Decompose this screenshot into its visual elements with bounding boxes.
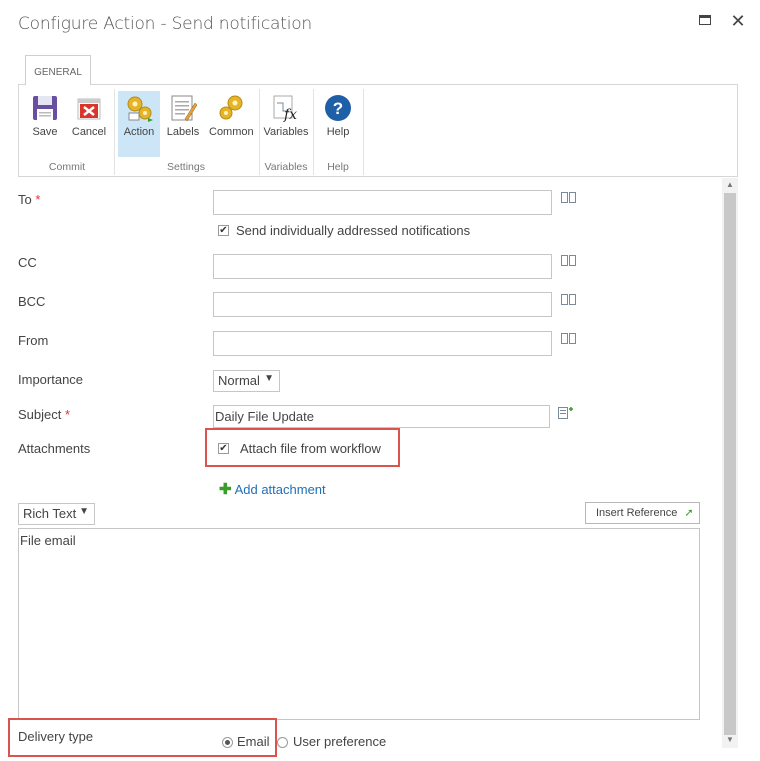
chevron-down-icon: ▼ <box>79 506 89 517</box>
ribbon: Save Cancel Commit Action Labels Common … <box>18 84 738 177</box>
delivery-email-label: Email <box>237 734 270 749</box>
add-attachment-link[interactable]: ✚ Add attachment <box>219 480 326 498</box>
save-button[interactable]: Save <box>24 91 66 157</box>
scroll-up-icon[interactable]: ▲ <box>722 180 738 192</box>
cancel-icon <box>74 93 104 123</box>
group-label-commit: Commit <box>48 161 86 173</box>
subject-field[interactable] <box>213 405 550 428</box>
svg-text:?: ? <box>333 99 343 118</box>
cc-label: CC <box>18 255 37 270</box>
importance-select[interactable]: Normal ▼ <box>213 370 280 392</box>
from-label: From <box>18 333 49 348</box>
insert-reference-button[interactable]: Insert Reference ➚ <box>585 502 700 524</box>
dialog-title: Configure Action - Send notification <box>18 14 313 34</box>
address-book-icon[interactable] <box>561 255 577 267</box>
delivery-type-label: Delivery type <box>18 729 94 744</box>
chevron-down-icon: ▼ <box>264 373 274 384</box>
plus-icon: ✚ <box>219 481 232 498</box>
to-label: To * <box>18 192 41 207</box>
group-label-variables: Variables <box>264 161 308 173</box>
scrollbar-thumb[interactable] <box>724 193 736 735</box>
address-book-icon[interactable] <box>561 333 577 345</box>
common-button[interactable]: Common <box>209 91 254 157</box>
maximize-icon[interactable] <box>696 11 716 31</box>
send-individually-checkbox[interactable]: ✔ <box>218 225 229 236</box>
address-book-icon[interactable] <box>561 294 577 306</box>
bcc-label: BCC <box>18 294 46 309</box>
insert-arrow-icon: ➚ <box>684 507 694 519</box>
action-gears-icon <box>124 93 154 123</box>
delivery-user-preference-label: User preference <box>293 734 387 749</box>
from-field[interactable] <box>213 331 552 356</box>
action-button[interactable]: Action <box>118 91 160 157</box>
insert-reference-icon[interactable] <box>558 406 574 425</box>
format-select[interactable]: Rich Text ▼ <box>18 503 95 525</box>
save-icon <box>30 93 60 123</box>
attach-file-label: Attach file from workflow <box>240 441 381 456</box>
importance-label: Importance <box>18 372 84 387</box>
bcc-field[interactable] <box>213 292 552 317</box>
help-icon: ? <box>323 93 353 123</box>
to-field[interactable] <box>213 190 552 215</box>
scroll-down-icon[interactable]: ▼ <box>722 735 738 747</box>
attach-file-checkbox[interactable]: ✔ <box>218 443 229 454</box>
address-book-icon[interactable] <box>561 192 577 204</box>
svg-text:fx: fx <box>283 107 297 123</box>
common-gears-icon <box>216 93 246 123</box>
subject-label: Subject * <box>18 407 71 422</box>
group-label-help: Help <box>327 161 349 173</box>
variables-button[interactable]: fx Variables <box>263 91 309 157</box>
body-editor[interactable]: File email <box>18 528 700 720</box>
group-label-settings: Settings <box>167 161 205 173</box>
cancel-button[interactable]: Cancel <box>68 91 110 157</box>
delivery-email-radio[interactable] <box>222 737 233 748</box>
variables-fx-icon: fx <box>271 93 301 123</box>
help-button[interactable]: ? Help <box>317 91 359 157</box>
attachments-label: Attachments <box>18 441 91 456</box>
cc-field[interactable] <box>213 254 552 279</box>
delivery-user-preference-radio[interactable] <box>277 737 288 748</box>
labels-button[interactable]: Labels <box>162 91 204 157</box>
close-icon[interactable]: ✕ <box>728 11 748 31</box>
labels-icon <box>168 93 198 123</box>
tab-general[interactable]: GENERAL <box>25 55 91 85</box>
send-individually-label: Send individually addressed notification… <box>236 223 471 238</box>
